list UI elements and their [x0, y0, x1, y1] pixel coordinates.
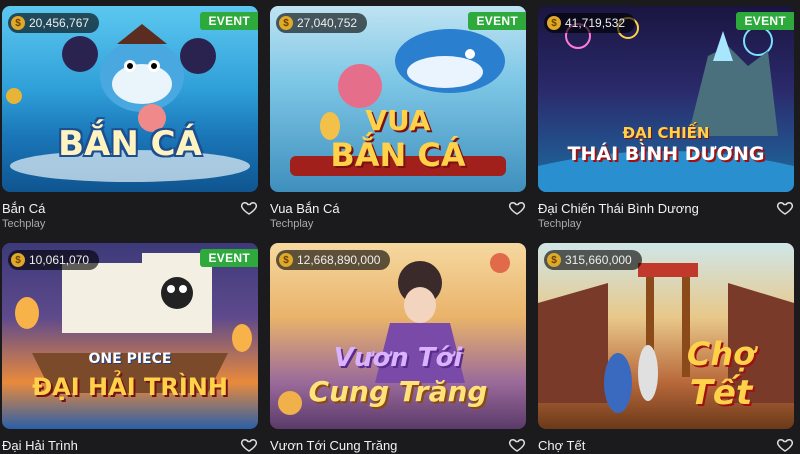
game-name[interactable]: Bắn Cá [2, 201, 45, 216]
game-card-ban-ca[interactable]: BẮN CÁ $ 20,456,767 EVENT Bắn Cá Techpla… [2, 6, 258, 230]
game-logo-line-1: Chợ [686, 335, 756, 373]
game-card-cho-tet[interactable]: Chợ Tết $ 315,660,000 Chợ Tết [538, 243, 794, 454]
game-card-dai-chien-thai-binh-duong[interactable]: ĐẠI CHIẾN THÁI BÌNH DƯƠNG $ 41,719,532 E… [538, 6, 794, 230]
jackpot-badge: $ 27,040,752 [276, 13, 368, 33]
favorite-heart-icon[interactable] [776, 436, 794, 454]
event-badge: EVENT [200, 249, 258, 267]
event-badge: EVENT [468, 12, 526, 30]
ban-ca-artwork [6, 24, 250, 182]
game-logo-line-2: Cung Trăng [308, 375, 488, 408]
jackpot-badge: $ 41,719,532 [544, 13, 636, 33]
game-name[interactable]: Đại Chiến Thái Bình Dương [538, 201, 699, 216]
game-card-vuon-toi-cung-trang[interactable]: Vươn Tới Cung Trăng $ 12,668,890,000 Vươ… [270, 243, 526, 454]
coin-icon: $ [547, 16, 561, 30]
favorite-heart-icon[interactable] [508, 436, 526, 454]
favorite-heart-icon[interactable] [240, 436, 258, 454]
game-name[interactable]: Vươn Tới Cung Trăng [270, 438, 397, 453]
coin-icon: $ [547, 253, 561, 267]
jackpot-badge: $ 20,456,767 [8, 13, 100, 33]
game-logo-line-2: THÁI BÌNH DƯƠNG [567, 143, 765, 165]
jackpot-amount: 20,456,767 [29, 16, 90, 30]
game-card-dai-hai-trinh[interactable]: ONE PIECE ĐẠI HẢI TRÌNH $ 10,061,070 EVE… [2, 243, 258, 454]
favorite-heart-icon[interactable] [776, 199, 794, 217]
game-logo-line-1: Vươn Tới [333, 343, 463, 373]
event-badge: EVENT [736, 12, 794, 30]
game-thumbnail[interactable]: Vươn Tới Cung Trăng $ 12,668,890,000 [270, 243, 526, 429]
favorite-heart-icon[interactable] [508, 199, 526, 217]
game-name[interactable]: Vua Bắn Cá [270, 201, 340, 216]
game-name[interactable]: Chợ Tết [538, 438, 585, 453]
coin-icon: $ [11, 16, 25, 30]
game-logo-line-2: Tết [689, 373, 753, 413]
dai-hai-trinh-artwork [15, 253, 252, 393]
jackpot-amount: 10,061,070 [29, 253, 90, 267]
game-provider: Techplay [2, 218, 46, 230]
game-provider: Techplay [538, 218, 582, 230]
jackpot-badge: $ 315,660,000 [544, 250, 642, 270]
jackpot-amount: 315,660,000 [565, 253, 632, 267]
jackpot-amount: 27,040,752 [297, 16, 358, 30]
jackpot-badge: $ 10,061,070 [8, 250, 100, 270]
jackpot-badge: $ 12,668,890,000 [276, 250, 391, 270]
coin-icon: $ [279, 16, 293, 30]
game-grid: BẮN CÁ $ 20,456,767 EVENT Bắn Cá Techpla… [0, 0, 800, 453]
game-logo-line-1: ĐẠI CHIẾN [622, 124, 710, 142]
coin-icon: $ [11, 253, 25, 267]
game-thumbnail[interactable]: Chợ Tết $ 315,660,000 [538, 243, 794, 429]
game-provider: Techplay [270, 218, 314, 230]
game-thumbnail[interactable]: VUA BẮN CÁ $ 27,040,752 EVENT [270, 6, 526, 192]
game-logo-line-1: VUA [365, 104, 431, 137]
game-logo-line-1: ONE PIECE [88, 351, 172, 367]
coin-icon: $ [279, 253, 293, 267]
game-name[interactable]: Đại Hải Trình [2, 438, 78, 453]
game-thumbnail[interactable]: ONE PIECE ĐẠI HẢI TRÌNH $ 10,061,070 EVE… [2, 243, 258, 429]
game-card-vua-ban-ca[interactable]: VUA BẮN CÁ $ 27,040,752 EVENT Vua Bắn Cá… [270, 6, 526, 230]
game-logo-line-2: ĐẠI HẢI TRÌNH [32, 373, 228, 401]
favorite-heart-icon[interactable] [240, 199, 258, 217]
game-logo: BẮN CÁ [58, 124, 202, 164]
jackpot-amount: 41,719,532 [565, 16, 626, 30]
game-thumbnail[interactable]: BẮN CÁ $ 20,456,767 EVENT [2, 6, 258, 192]
game-logo-line-2: BẮN CÁ [330, 136, 466, 174]
game-thumbnail[interactable]: ĐẠI CHIẾN THÁI BÌNH DƯƠNG $ 41,719,532 E… [538, 6, 794, 192]
jackpot-amount: 12,668,890,000 [297, 253, 381, 267]
event-badge: EVENT [200, 12, 258, 30]
